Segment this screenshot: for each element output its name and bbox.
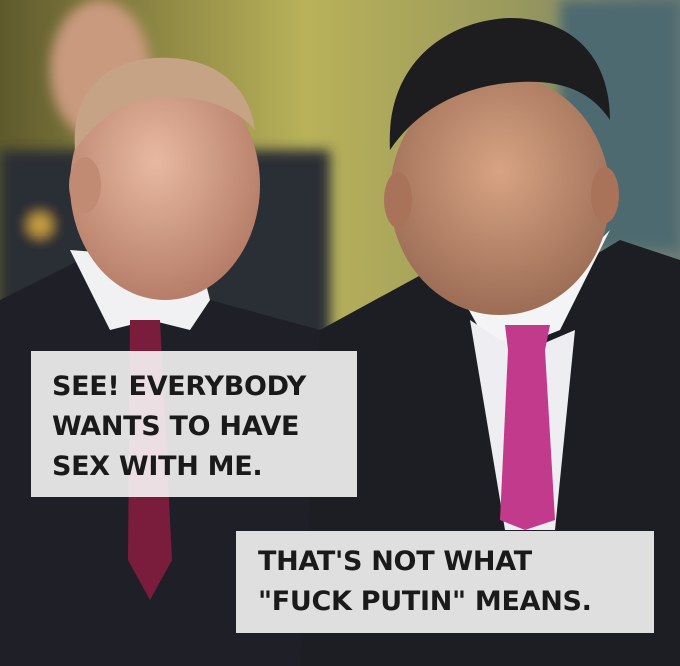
- caption-left-line-3: SEX WITH ME.: [52, 451, 263, 482]
- caption-left-line-1: SEE! EVERYBODY: [52, 371, 307, 402]
- caption-left: SEE! EVERYBODY WANTS TO HAVE SEX WITH ME…: [31, 351, 357, 497]
- caption-left-line-2: WANTS TO HAVE: [52, 411, 300, 442]
- caption-right-line-2: "FUCK PUTIN" MEANS.: [258, 586, 592, 617]
- caption-right: THAT'S NOT WHAT "FUCK PUTIN" MEANS.: [236, 531, 654, 633]
- caption-right-line-1: THAT'S NOT WHAT: [258, 546, 532, 577]
- meme-image: SEE! EVERYBODY WANTS TO HAVE SEX WITH ME…: [0, 0, 680, 666]
